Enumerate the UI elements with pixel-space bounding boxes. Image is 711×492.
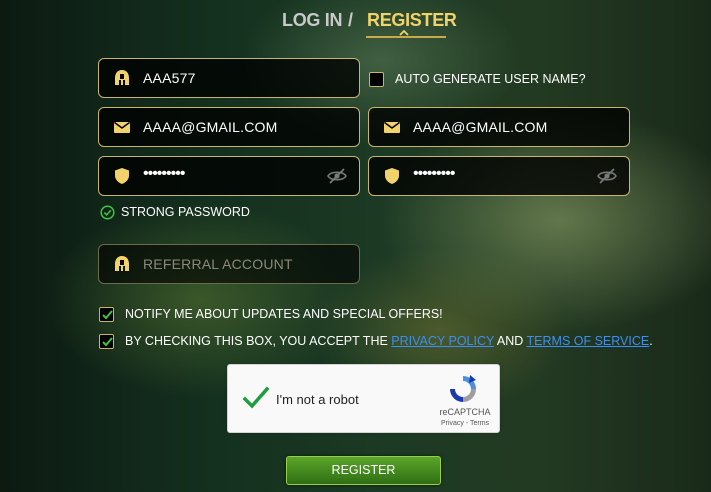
terms-suffix: .: [649, 334, 653, 348]
envelope-icon: [384, 121, 400, 133]
password-confirm-field[interactable]: •••••••••: [368, 156, 630, 196]
auto-generate-label: AUTO GENERATE USER NAME?: [395, 72, 586, 86]
terms-of-service-link[interactable]: TERMS OF SERVICE: [527, 334, 650, 348]
email-field[interactable]: AAAA@GMAIL.COM: [98, 107, 360, 147]
checkmark-icon: [102, 310, 113, 320]
tab-separator: /: [348, 10, 354, 30]
checkmark-icon: [102, 337, 113, 347]
terms-and: AND: [494, 334, 527, 348]
helmet-icon: [115, 256, 129, 271]
notify-checkbox[interactable]: [99, 307, 114, 322]
referral-field[interactable]: REFERRAL ACCOUNT: [98, 244, 360, 284]
check-circle-icon: [100, 205, 115, 220]
helmet-icon: [115, 70, 129, 85]
email-value: AAAA@GMAIL.COM: [143, 119, 278, 135]
recaptcha-label: I'm not a robot: [276, 392, 359, 407]
username-value: AAA577: [143, 70, 196, 86]
terms-checkbox[interactable]: [99, 334, 114, 349]
envelope-icon: [114, 121, 130, 133]
eye-slash-icon[interactable]: [327, 168, 347, 184]
recaptcha-brand: reCAPTCHA: [439, 407, 491, 417]
referral-placeholder: REFERRAL ACCOUNT: [143, 256, 293, 272]
tab-login[interactable]: LOG IN: [282, 10, 343, 31]
recaptcha-links[interactable]: Privacy - Terms: [433, 420, 497, 427]
shield-icon: [385, 168, 399, 184]
tab-register[interactable]: REGISTER: [367, 10, 457, 31]
recaptcha-logo-icon: [450, 375, 476, 402]
terms-label: BY CHECKING THIS BOX, YOU ACCEPT THE PRI…: [125, 334, 653, 348]
active-tab-underline: [366, 36, 446, 38]
shield-icon: [115, 168, 129, 184]
password-field[interactable]: •••••••••: [98, 156, 360, 196]
privacy-policy-link[interactable]: PRIVACY POLICY: [391, 334, 494, 348]
recaptcha-checkbox[interactable]: [242, 384, 270, 412]
notify-label: NOTIFY ME ABOUT UPDATES AND SPECIAL OFFE…: [125, 307, 443, 321]
eye-slash-icon[interactable]: [597, 168, 617, 184]
auth-tabs: LOG IN / REGISTER: [0, 8, 711, 42]
caret-up-icon: [399, 30, 409, 36]
recaptcha-widget: I'm not a robot reCAPTCHA Privacy - Term…: [227, 364, 500, 433]
password-confirm-value: •••••••••: [413, 165, 455, 182]
email-confirm-value: AAAA@GMAIL.COM: [413, 119, 548, 135]
username-field[interactable]: AAA577: [98, 58, 360, 98]
password-value: •••••••••: [143, 165, 185, 182]
auto-generate-checkbox[interactable]: [369, 72, 384, 87]
password-strength-text: STRONG PASSWORD: [121, 205, 250, 219]
terms-prefix: BY CHECKING THIS BOX, YOU ACCEPT THE: [125, 334, 392, 348]
email-confirm-field[interactable]: AAAA@GMAIL.COM: [368, 107, 630, 147]
register-button[interactable]: REGISTER: [286, 456, 441, 485]
